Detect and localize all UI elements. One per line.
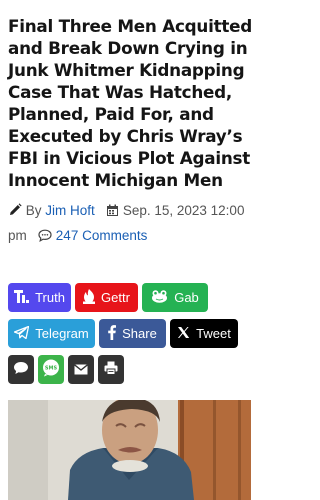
share-row-secondary: Telegram Share Tweet: [8, 319, 238, 348]
sms-icon-label: SMS: [45, 365, 58, 371]
courtroom-photo: [8, 400, 251, 500]
truth-social-icon: [14, 289, 35, 306]
email-share-button[interactable]: [68, 355, 94, 384]
calendar-icon: [106, 201, 119, 224]
speech-bubble-icon: [13, 360, 29, 379]
share-row-primary: Truth Gettr Gab: [8, 283, 208, 312]
comments-link[interactable]: 247 Comments: [56, 228, 148, 243]
gettr-share-button[interactable]: Gettr: [75, 283, 138, 312]
author-link[interactable]: Jim Hoft: [45, 203, 95, 218]
gettr-icon: [83, 288, 101, 307]
gab-frog-icon: [151, 289, 174, 306]
telegram-icon: [14, 325, 35, 342]
printer-icon: [104, 360, 118, 379]
comment-share-button[interactable]: [8, 355, 34, 384]
tweet-share-label: Tweet: [196, 326, 231, 341]
article-meta: By Jim Hoft Sep. 15, 2023 12:00 pm 247 C…: [8, 199, 254, 249]
print-button[interactable]: [98, 355, 124, 384]
article-headline: Final Three Men Acquitted and Break Down…: [8, 16, 253, 190]
sms-share-button[interactable]: SMS: [38, 355, 64, 384]
truth-share-button[interactable]: Truth: [8, 283, 71, 312]
article-featured-image[interactable]: [8, 400, 251, 500]
facebook-icon: [108, 324, 122, 343]
article-header: Final Three Men Acquitted and Break Down…: [8, 15, 254, 249]
telegram-share-button[interactable]: Telegram: [8, 319, 95, 348]
truth-share-label: Truth: [35, 290, 65, 305]
comment-icon: [38, 226, 52, 249]
share-row-tertiary: SMS: [8, 355, 124, 384]
facebook-share-button[interactable]: Share: [99, 319, 166, 348]
byline-prefix: By: [25, 203, 42, 218]
gab-share-button[interactable]: Gab: [142, 283, 208, 312]
pencil-icon: [8, 201, 22, 224]
tweet-share-button[interactable]: Tweet: [170, 319, 238, 348]
gettr-share-label: Gettr: [101, 290, 130, 305]
gab-share-label: Gab: [174, 290, 199, 305]
facebook-share-label: Share: [122, 326, 157, 341]
envelope-icon: [74, 360, 88, 379]
telegram-share-label: Telegram: [35, 326, 89, 341]
sms-icon: SMS: [41, 359, 61, 381]
x-icon: [177, 326, 196, 342]
